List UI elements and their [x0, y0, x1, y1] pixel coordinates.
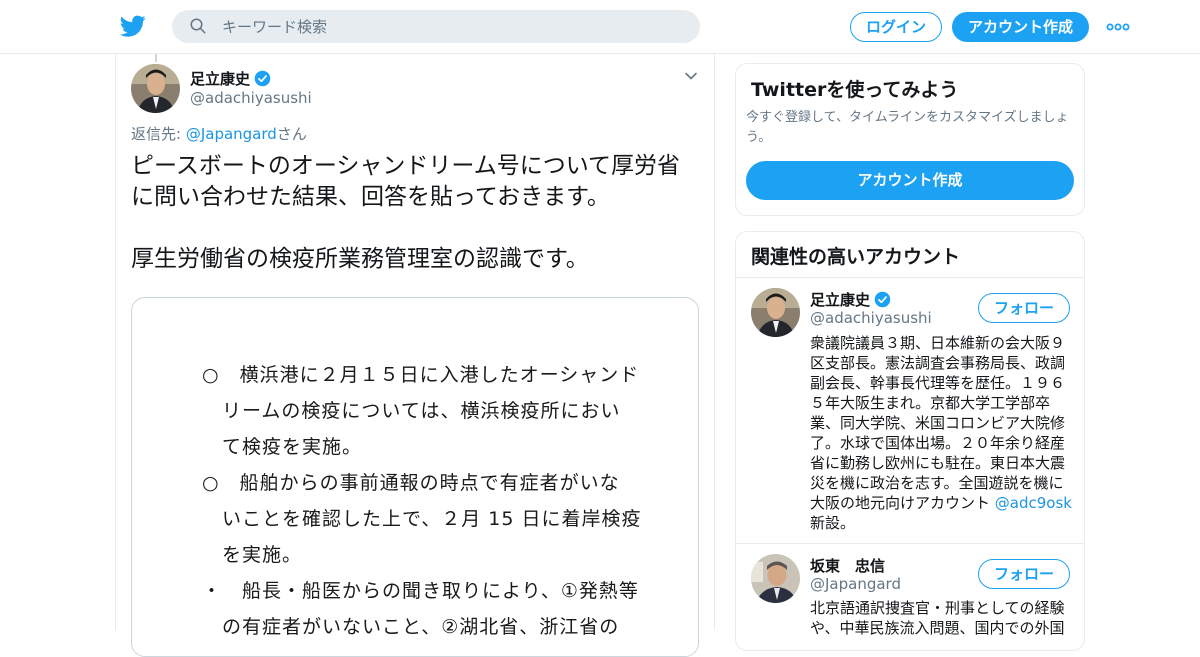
search-box[interactable] [172, 10, 700, 43]
account-name[interactable]: 坂東 忠信 [810, 555, 885, 576]
reply-prefix: 返信先: [131, 125, 186, 143]
doc-line: の有症者がいないこと、②湖北省、浙江省の [202, 616, 620, 638]
doc-line: いことを確認した上で、２月 15 日に着岸検疫 [202, 508, 642, 530]
bio-line: 北京語通訳捜査官・刑事としての経験 [810, 599, 1065, 617]
bio-line: 新設。 [810, 514, 856, 532]
thread-connector-line [155, 54, 157, 62]
account-avatar-image [751, 288, 800, 337]
doc-line: を実施。 [202, 544, 303, 566]
doc-line: て検疫を実施。 [202, 436, 363, 458]
tweet-line: ピースボートのオーシャンドリーム号について厚労省 [131, 153, 681, 179]
subtitle-line: 今すぐ登録して、タイムラインをカスタマイズしましょ [746, 110, 1069, 125]
account-bio: 衆議院議員３期、日本維新の会大阪９ 区支部長。憲法調査会事務局長、政調 副会長、… [810, 333, 1072, 533]
account-bio: 北京語通訳捜査官・刑事としての経験 や、中華民族流入問題、国内での外国 [810, 598, 1072, 638]
divider [736, 543, 1084, 544]
doc-line: ○ 船舶からの事前通報の時点で有症者がいな [202, 472, 620, 494]
search-icon [190, 18, 206, 34]
author-name[interactable]: 足立康史 [190, 68, 271, 89]
author-name-text[interactable]: 足立康史 [190, 70, 250, 88]
verified-badge-icon [874, 291, 891, 308]
reply-suffix: さん [276, 125, 307, 143]
bio-line: 了。水球で国体出場。２０年余り経産 [810, 434, 1066, 452]
related-accounts-card: 関連性の高いアカウント 足立康史 @adachiyasushi フォロー 衆議院… [735, 231, 1085, 651]
tweet-line: に問い合わせた結果、回答を貼っておきます。 [131, 184, 610, 210]
login-button[interactable]: ログイン [850, 12, 942, 42]
bio-line: や、中華民族流入問題、国内での外国 [810, 619, 1065, 637]
verified-badge-icon [254, 70, 271, 87]
signup-card-button[interactable]: アカウント作成 [746, 161, 1074, 200]
reply-to-link[interactable]: @Japangard [186, 125, 277, 143]
bio-mention-link[interactable]: @adc9osk [995, 494, 1072, 512]
more-options-icon[interactable] [1106, 18, 1130, 36]
bio-line: 副会長、幹事長代理等を歴任。１９６ [810, 374, 1066, 392]
bio-line: ５年大阪生まれ。京都大学工学部卒 [810, 394, 1051, 412]
doc-line: ○ 横浜港に２月１５日に入港したオーシャンド [202, 364, 640, 386]
top-navigation-bar: ログイン アカウント作成 [0, 0, 1200, 54]
related-title: 関連性の高いアカウント [751, 246, 961, 268]
follow-button[interactable]: フォロー [978, 293, 1070, 323]
tweet-paragraph-1: ピースボートのオーシャンドリーム号について厚労省 に問い合わせた結果、回答を貼って… [131, 151, 703, 213]
try-twitter-card: Twitterを使ってみよう 今すぐ登録して、タイムラインをカスタマイズしましょ… [735, 63, 1085, 216]
search-input[interactable] [222, 10, 682, 43]
doc-line: リームの検疫については、横浜検疫所におい [202, 400, 621, 422]
reply-context: 返信先: @Japangardさん [131, 123, 307, 144]
tweet-paragraph-2: 厚生労働省の検疫所業務管理室の認識です。 [131, 246, 589, 272]
try-card-title: Twitterを使ってみよう [751, 79, 959, 101]
doc-line: ・ 船長・船医からの聞き取りにより、①発熱等 [202, 580, 639, 602]
bio-line: 大阪の地元向けアカウント [810, 494, 995, 512]
divider [736, 277, 1084, 278]
account-name[interactable]: 足立康史 [810, 289, 891, 310]
twitter-bird-icon[interactable] [120, 13, 146, 39]
bio-line: 区支部長。憲法調査会事務局長、政調 [810, 354, 1066, 372]
account-handle[interactable]: @Japangard [810, 575, 901, 593]
account-handle[interactable]: @adachiyasushi [810, 309, 932, 327]
account-avatar[interactable] [751, 554, 800, 603]
tweet-text: ピースボートのオーシャンドリーム号について厚労省 に問い合わせた結果、回答を貼って… [131, 151, 703, 306]
author-handle[interactable]: @adachiyasushi [190, 89, 312, 107]
chevron-down-icon[interactable] [683, 68, 699, 84]
follow-button[interactable]: フォロー [978, 559, 1070, 589]
tweet-image[interactable]: ○ 横浜港に２月１５日に入港したオーシャンド リームの検疫については、横浜検疫所… [131, 297, 699, 657]
author-avatar[interactable] [131, 64, 180, 113]
account-name-text[interactable]: 足立康史 [810, 291, 870, 309]
bio-line: 業、同大学院、米国コロンビア大院修 [810, 414, 1066, 432]
try-card-subtitle: 今すぐ登録して、タイムラインをカスタマイズしましょ う。 [746, 108, 1076, 148]
signup-button[interactable]: アカウント作成 [952, 12, 1089, 42]
bio-line: 衆議院議員３期、日本維新の会大阪９ [810, 334, 1066, 352]
author-avatar-image [131, 64, 180, 113]
account-avatar[interactable] [751, 288, 800, 337]
bio-line: 省に勤務し欧州にも駐在。東日本大震 [810, 454, 1066, 472]
subtitle-line: う。 [746, 130, 772, 145]
account-avatar-image [751, 554, 800, 603]
bio-line: 災を機に政治を志す。全国遊説を機に [810, 474, 1064, 492]
